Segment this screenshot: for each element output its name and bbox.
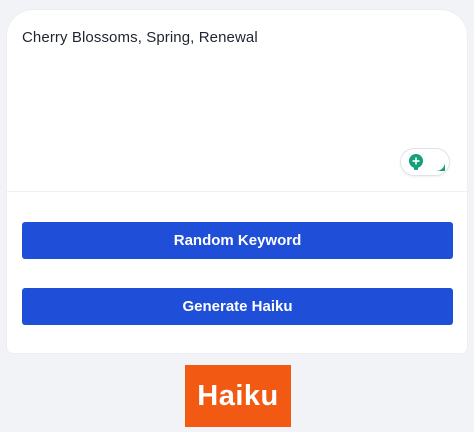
generate-haiku-button[interactable]: Generate Haiku xyxy=(22,288,453,325)
keywords-value[interactable]: Cherry Blossoms, Spring, Renewal xyxy=(22,29,258,46)
haiku-logo: Haiku xyxy=(185,365,291,427)
grammarly-icon[interactable] xyxy=(426,152,446,172)
haiku-form-card: Cherry Blossoms, Spring, Renewal Random … xyxy=(7,10,467,353)
lightbulb-icon[interactable] xyxy=(407,153,425,171)
writing-assistant-widget[interactable] xyxy=(401,149,449,175)
keywords-textarea[interactable]: Cherry Blossoms, Spring, Renewal xyxy=(7,10,467,192)
random-keyword-button[interactable]: Random Keyword xyxy=(22,222,453,259)
